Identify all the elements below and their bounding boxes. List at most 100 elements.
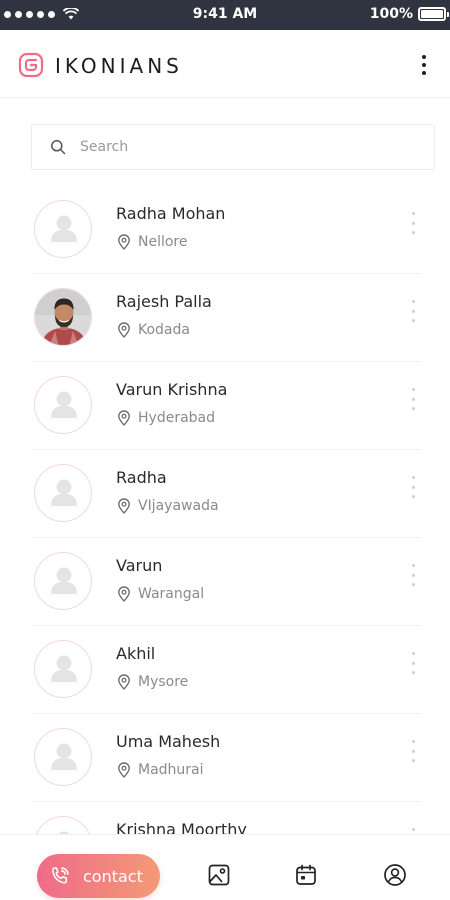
contact-location-text: Warangal	[138, 586, 205, 602]
avatar	[34, 288, 92, 346]
gallery-icon	[208, 864, 230, 886]
avatar	[34, 552, 92, 610]
contact-name: Radha	[116, 468, 167, 487]
kebab-dot	[411, 828, 415, 831]
kebab-dot	[411, 749, 415, 753]
battery-fill	[421, 10, 443, 18]
contact-name: Varun	[116, 556, 163, 575]
contact-options-button[interactable]	[408, 564, 418, 586]
profile-photo	[35, 289, 91, 345]
contact-name: Krishna Moorthy	[116, 820, 247, 834]
contact-location: Madhurai	[116, 762, 204, 778]
placeholder-user-icon	[51, 743, 77, 770]
placeholder-user-icon	[51, 479, 77, 506]
bottom-nav: contact	[0, 834, 450, 900]
avatar	[34, 816, 92, 834]
location-pin-icon	[118, 410, 130, 426]
kebab-dot	[411, 476, 415, 479]
nav-profile-button[interactable]	[381, 861, 409, 889]
more-options-button[interactable]	[412, 50, 436, 80]
contact-row[interactable]: Varun Warangal	[0, 538, 450, 626]
contact-location-text: Nellore	[138, 234, 188, 250]
contact-row[interactable]: Radha VIjayawada	[0, 450, 450, 538]
placeholder-user-icon	[51, 655, 77, 682]
calendar-icon	[296, 864, 316, 885]
kebab-dot	[411, 652, 415, 655]
kebab-dot	[411, 309, 415, 313]
location-pin-icon	[118, 674, 130, 690]
kebab-dot	[411, 661, 415, 665]
status-bar: 9:41 AM 100%	[0, 0, 450, 30]
contact-location: Nellore	[116, 234, 188, 250]
contact-location-text: Mysore	[138, 674, 189, 690]
kebab-dot	[411, 388, 415, 391]
contact-options-button[interactable]	[408, 388, 418, 410]
contact-options-button[interactable]	[408, 212, 418, 234]
location-pin-icon	[118, 762, 130, 778]
nav-calendar-button[interactable]	[292, 861, 320, 889]
location-pin-icon	[118, 234, 130, 250]
contact-location: Hyderabad	[116, 410, 215, 426]
nav-gallery-button[interactable]	[205, 861, 233, 889]
phone-icon	[52, 867, 69, 884]
contact-location: Mysore	[116, 674, 188, 690]
profile-icon	[384, 864, 406, 886]
contact-row[interactable]: Uma Mahesh Madhurai	[0, 714, 450, 802]
kebab-dot	[411, 300, 415, 303]
contact-location: Warangal	[116, 586, 204, 602]
kebab-dot	[411, 221, 415, 225]
nav-contact-label: contact	[83, 866, 143, 886]
search-bar[interactable]	[31, 124, 435, 170]
contact-name: Rajesh Palla	[116, 292, 212, 311]
avatar	[34, 640, 92, 698]
kebab-dot	[411, 407, 415, 410]
contact-location-text: VIjayawada	[138, 498, 219, 514]
contact-location: Kodada	[116, 322, 190, 338]
battery-indicator: 100%	[369, 6, 449, 22]
location-pin-icon	[118, 498, 130, 514]
kebab-dot	[422, 63, 426, 67]
contact-row[interactable]: Varun Krishna Hyderabad	[0, 362, 450, 450]
placeholder-user-icon	[51, 215, 77, 242]
avatar	[34, 200, 92, 258]
app-header: IKONIANS	[0, 30, 450, 98]
avatar	[34, 376, 92, 434]
contact-list: Radha Mohan Nellore Rajesh Palla Kodada Varu…	[0, 186, 450, 834]
contact-location-text: Kodada	[138, 322, 190, 338]
search-icon	[51, 140, 66, 155]
kebab-dot	[411, 397, 415, 401]
contact-row[interactable]: Akhil Mysore	[0, 626, 450, 714]
kebab-dot	[411, 319, 415, 322]
battery-icon	[418, 7, 449, 21]
logo-icon	[18, 52, 44, 78]
contact-name: Uma Mahesh	[116, 732, 221, 751]
contact-options-button[interactable]	[408, 300, 418, 322]
contact-options-button[interactable]	[408, 476, 418, 498]
kebab-dot	[411, 485, 415, 489]
kebab-dot	[411, 671, 415, 674]
location-pin-icon	[118, 586, 130, 602]
kebab-dot	[411, 759, 415, 762]
contact-location-text: Madhurai	[138, 762, 204, 778]
contact-name: Radha Mohan	[116, 204, 226, 223]
contact-row[interactable]: Krishna Moorthy	[0, 802, 450, 834]
location-pin-icon	[118, 322, 130, 338]
contact-location: VIjayawada	[116, 498, 219, 514]
search-input[interactable]	[80, 139, 410, 155]
contact-name: Varun Krishna	[116, 380, 228, 399]
battery-percent: 100%	[369, 6, 413, 22]
kebab-dot	[422, 71, 426, 75]
contact-name: Akhil	[116, 644, 156, 663]
contact-row[interactable]: Rajesh Palla Kodada	[0, 274, 450, 362]
kebab-dot	[411, 231, 415, 234]
contact-options-button[interactable]	[408, 740, 418, 762]
placeholder-user-icon	[51, 391, 77, 418]
contact-options-button[interactable]	[408, 652, 418, 674]
kebab-dot	[411, 573, 415, 577]
kebab-dot	[411, 564, 415, 567]
contact-row[interactable]: Radha Mohan Nellore	[0, 186, 450, 274]
kebab-dot	[411, 212, 415, 215]
kebab-dot	[411, 740, 415, 743]
brand-name: IKONIANS	[55, 54, 183, 78]
nav-contact-button[interactable]: contact	[37, 854, 160, 898]
